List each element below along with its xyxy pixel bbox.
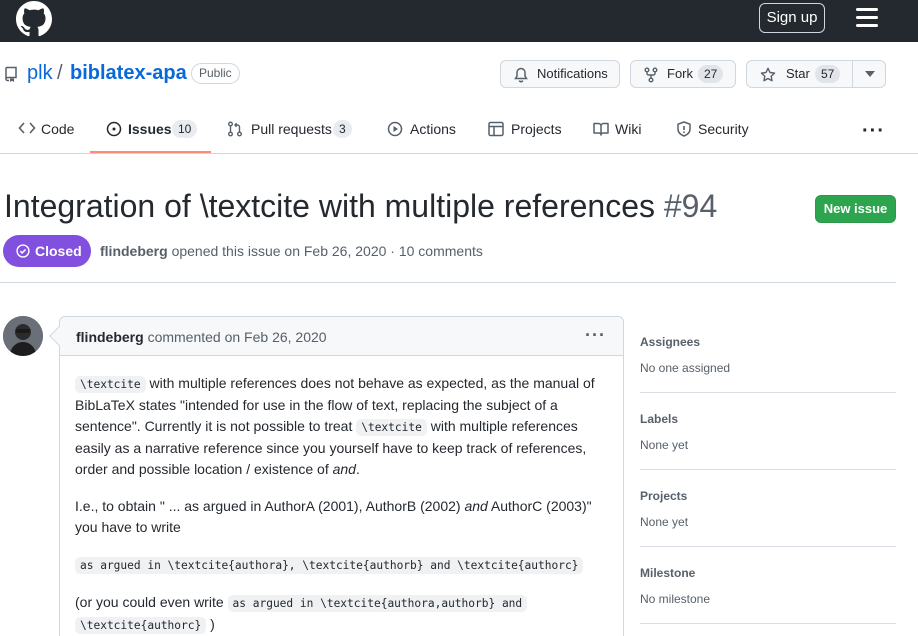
issue-meta-text: opened this issue on Feb 26, 2020 · 10 c… bbox=[171, 243, 483, 259]
sign-up-button[interactable]: Sign up bbox=[759, 3, 825, 33]
repo-path-separator: / bbox=[57, 62, 63, 84]
tab-issues-count: 10 bbox=[172, 120, 198, 138]
divider bbox=[640, 546, 896, 547]
tab-code-label: Code bbox=[41, 121, 75, 137]
comment-header: flindeberg commented on Feb 26, 2020 ··· bbox=[60, 317, 623, 356]
more-options-icon[interactable]: ··· bbox=[862, 120, 885, 143]
issue-meta: flindeberg opened this issue on Feb 26, … bbox=[100, 243, 483, 259]
bell-icon bbox=[514, 67, 528, 83]
inline-code: \textcite{authorc} bbox=[75, 617, 207, 634]
fork-label: Fork bbox=[667, 66, 693, 81]
sidebar-value: No one assigned bbox=[640, 361, 731, 375]
comment-text: . bbox=[355, 461, 360, 477]
code-icon bbox=[18, 122, 36, 134]
sidebar-heading: Milestone bbox=[640, 566, 696, 580]
sidebar-value: None yet bbox=[640, 515, 689, 529]
sidebar-milestone: Milestone No milestone bbox=[640, 566, 896, 606]
star-icon bbox=[760, 67, 776, 82]
comment: flindeberg commented on Feb 26, 2020 ···… bbox=[49, 316, 624, 636]
avatar[interactable] bbox=[3, 316, 43, 356]
new-issue-button[interactable]: New issue bbox=[815, 195, 896, 223]
comment-emphasis: and bbox=[332, 461, 356, 477]
shield-icon bbox=[677, 121, 691, 137]
issue-number: #94 bbox=[663, 188, 718, 224]
tab-pull-requests-label: Pull requests bbox=[251, 121, 332, 137]
repo-nav-tabs: Code Issues 10 Pull requests 3 Actions P… bbox=[0, 108, 918, 154]
issue-state-label: Closed bbox=[35, 243, 82, 259]
issue-title: Integration of \textcite with multiple r… bbox=[4, 188, 717, 225]
inline-code: as argued in \textcite{authora,authorb} … bbox=[227, 595, 528, 612]
sidebar-heading: Labels bbox=[640, 412, 679, 426]
fork-icon bbox=[644, 67, 658, 83]
star-label: Star bbox=[786, 66, 810, 81]
hamburger-menu-icon[interactable] bbox=[856, 8, 878, 28]
active-tab-indicator bbox=[90, 151, 211, 153]
sidebar-assignees: Assignees No one assigned bbox=[640, 335, 896, 375]
star-count: 57 bbox=[815, 65, 841, 83]
comment-text: ) bbox=[206, 616, 215, 632]
sidebar-heading: Projects bbox=[640, 489, 688, 503]
comment-text: (or you could even write bbox=[75, 594, 228, 610]
visibility-badge: Public bbox=[191, 63, 240, 84]
comment-author-link[interactable]: flindeberg bbox=[76, 329, 144, 345]
divider bbox=[640, 469, 896, 470]
star-dropdown-button[interactable] bbox=[852, 60, 886, 88]
notifications-label: Notifications bbox=[537, 66, 608, 81]
repo-icon bbox=[5, 66, 17, 82]
code-snippet: as argued in \textcite{authora}, \textci… bbox=[75, 554, 600, 576]
table-icon bbox=[488, 121, 504, 137]
divider bbox=[640, 392, 896, 393]
comment-paragraph: I.e., to obtain " ... as argued in Autho… bbox=[75, 496, 600, 538]
comment-options-icon[interactable]: ··· bbox=[585, 325, 606, 346]
sidebar-labels: Labels None yet bbox=[640, 412, 896, 452]
issue-title-text: Integration of \textcite with multiple r… bbox=[4, 188, 655, 224]
inline-code: \textcite bbox=[356, 419, 427, 436]
sidebar-projects: Projects None yet bbox=[640, 489, 896, 529]
triangle-down-icon bbox=[865, 71, 875, 77]
fork-count: 27 bbox=[698, 65, 724, 83]
tab-pull-requests-count: 3 bbox=[333, 120, 352, 138]
star-button[interactable]: Star 57 bbox=[746, 60, 853, 88]
tab-actions-label: Actions bbox=[410, 121, 456, 137]
comment-emphasis: and bbox=[464, 498, 488, 514]
comment-paragraph: (or you could even write as argued in \t… bbox=[75, 592, 600, 636]
sidebar-value: No milestone bbox=[640, 592, 711, 606]
comment-body: \textcite with multiple references does … bbox=[75, 373, 600, 636]
github-logo-icon[interactable] bbox=[16, 1, 52, 37]
comment-paragraph: \textcite with multiple references does … bbox=[75, 373, 600, 480]
sidebar-value: None yet bbox=[640, 438, 689, 452]
tab-issues-label: Issues bbox=[128, 121, 172, 137]
avatar-image bbox=[3, 316, 43, 356]
issue-opened-icon bbox=[106, 121, 122, 137]
sidebar-heading: Assignees bbox=[640, 335, 701, 349]
global-header: Sign up bbox=[0, 0, 918, 42]
play-icon bbox=[387, 121, 403, 137]
book-icon bbox=[593, 122, 609, 136]
comment-text: I.e., to obtain " ... as argued in Autho… bbox=[75, 498, 465, 514]
git-pull-request-icon bbox=[228, 121, 242, 137]
issue-closed-icon bbox=[16, 244, 30, 258]
notifications-button[interactable]: Notifications bbox=[500, 60, 620, 88]
issue-state-badge: Closed bbox=[3, 235, 91, 267]
inline-code: \textcite bbox=[75, 376, 146, 393]
divider bbox=[0, 282, 896, 283]
tab-security-label: Security bbox=[698, 121, 749, 137]
inline-code: as argued in \textcite{authora}, \textci… bbox=[75, 557, 584, 574]
issue-author-link[interactable]: flindeberg bbox=[100, 243, 168, 259]
tab-wiki-label: Wiki bbox=[615, 121, 642, 137]
comment-timestamp[interactable]: commented on Feb 26, 2020 bbox=[148, 329, 327, 345]
comment-byline: flindeberg commented on Feb 26, 2020 bbox=[76, 329, 327, 345]
repo-owner-link[interactable]: plk bbox=[27, 62, 53, 85]
divider bbox=[640, 623, 896, 624]
fork-button[interactable]: Fork 27 bbox=[630, 60, 736, 88]
repo-name-link[interactable]: biblatex-apa bbox=[70, 62, 187, 85]
tab-projects-label: Projects bbox=[511, 121, 562, 137]
